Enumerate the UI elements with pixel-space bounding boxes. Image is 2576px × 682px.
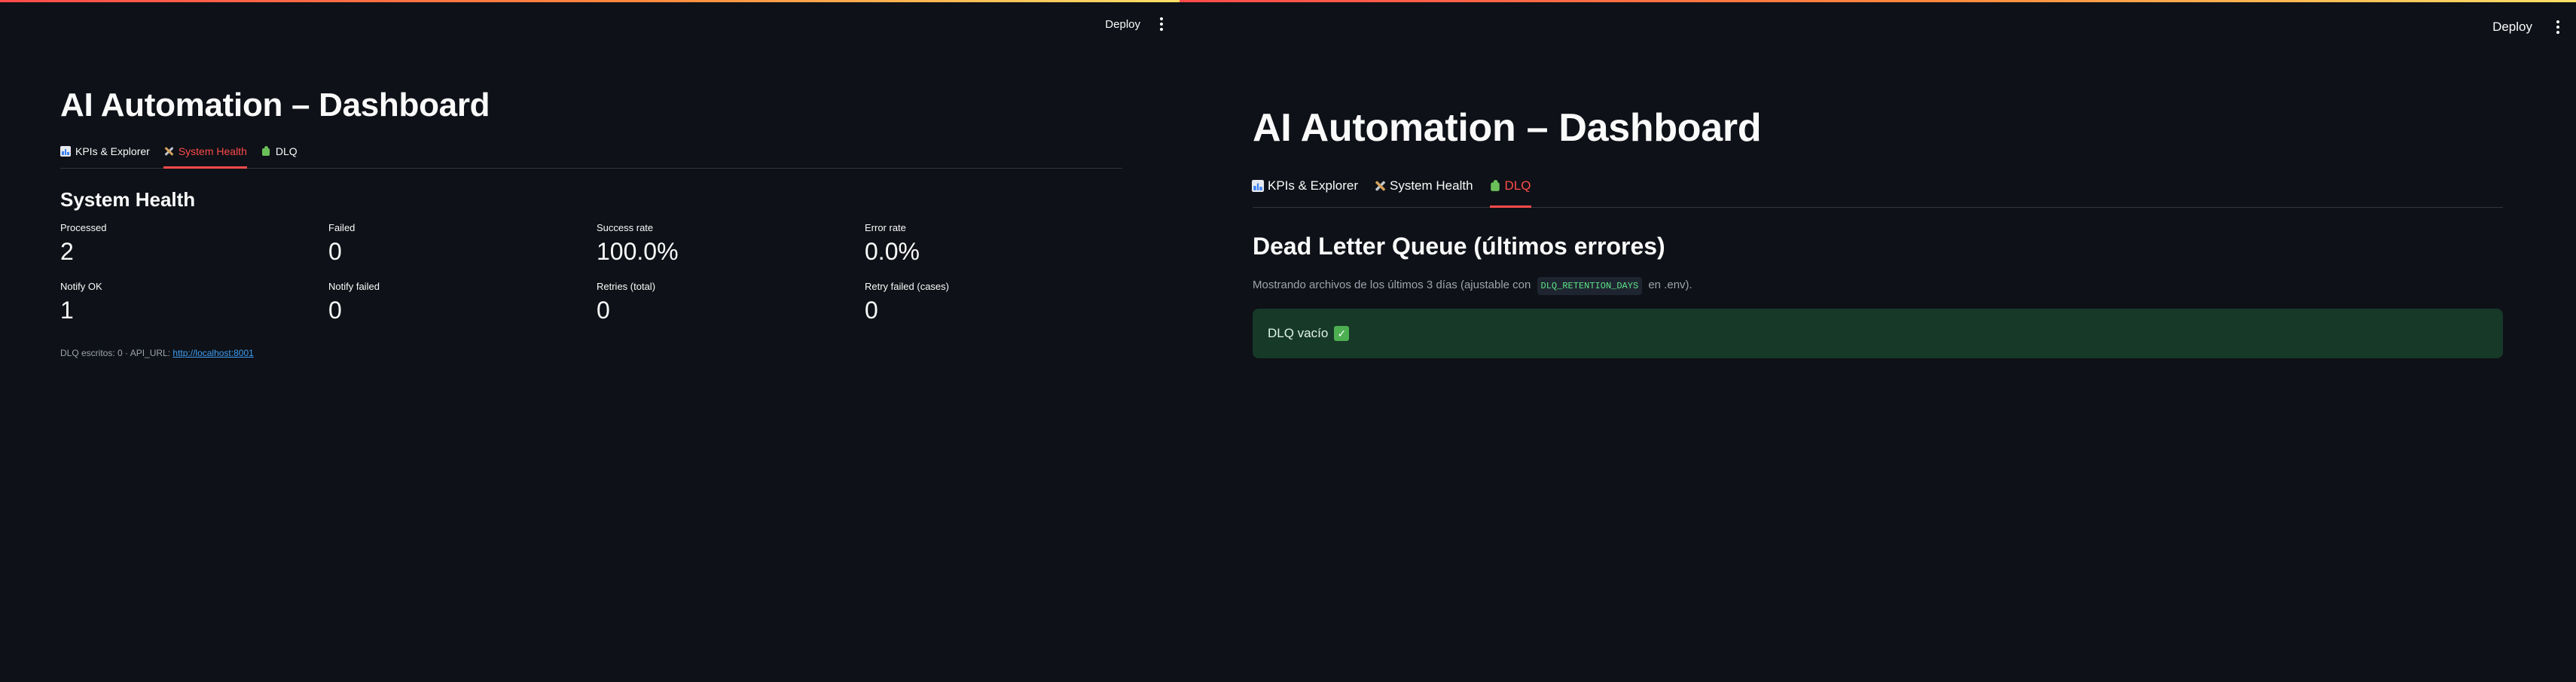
bar-chart-icon [1251, 179, 1265, 192]
puzzle-icon [1488, 179, 1500, 191]
metric-value: 2 [60, 238, 74, 265]
tab-dlq[interactable]: DLQ [1488, 169, 1531, 208]
footer-caption-text: DLQ escritos: 0 · API_URL: [60, 348, 173, 358]
metric-label: Retries (total) [597, 281, 656, 292]
bar-chart-icon [60, 145, 71, 157]
left-app-window: Deploy AI Automation – Dashboard KPIs & … [0, 0, 1180, 682]
tab-kpis-explorer[interactable]: KPIs & Explorer [60, 137, 150, 168]
tab-label: System Health [178, 145, 247, 157]
tab-dlq[interactable]: DLQ [261, 137, 298, 168]
metric-notify-failed: Notify failed 0 [328, 280, 597, 325]
metric-label: Success rate [597, 222, 654, 233]
metric-value: 0 [865, 297, 878, 324]
deploy-button[interactable]: Deploy [2492, 20, 2532, 35]
metric-label: Error rate [865, 222, 906, 233]
main-content: AI Automation – Dashboard KPIs & Explore… [60, 83, 1122, 358]
retention-caption: Mostrando archivos de los últimos 3 días… [1253, 277, 2503, 295]
metric-retries-total: Retries (total) 0 [597, 280, 865, 325]
metric-value: 1 [60, 297, 74, 324]
tab-bar: KPIs & Explorer System Health DLQ [1251, 169, 2503, 208]
metric-failed: Failed 0 [328, 221, 597, 266]
metric-label: Retry failed (cases) [865, 281, 949, 292]
puzzle-icon [261, 145, 271, 157]
metric-label: Notify failed [328, 281, 380, 292]
tab-label: System Health [1390, 178, 1473, 193]
page-title: AI Automation – Dashboard [60, 87, 490, 123]
right-app-window: Deploy AI Automation – Dashboard KPIs & … [1180, 0, 2576, 682]
metric-success-rate: Success rate 100.0% [597, 221, 865, 266]
kebab-menu-icon[interactable] [1160, 17, 1164, 32]
metric-label: Failed [328, 222, 356, 233]
retention-env-var: DLQ_RETENTION_DAYS [1537, 277, 1643, 295]
section-heading: System Health [60, 188, 196, 211]
metric-error-rate: Error rate 0.0% [865, 221, 1133, 266]
alert-text: DLQ vacío [1268, 326, 1329, 340]
metric-label: Processed [60, 222, 107, 233]
metric-value: 0 [328, 238, 342, 265]
tools-icon [1374, 179, 1386, 191]
caption-text: en .env). [1648, 279, 1692, 291]
tab-label: DLQ [275, 145, 298, 157]
screen: Deploy AI Automation – Dashboard KPIs & … [0, 0, 2576, 682]
tab-system-health[interactable]: System Health [1375, 169, 1473, 207]
metric-value: 0 [597, 297, 610, 324]
metric-value: 0.0% [865, 238, 920, 265]
caption-text: Mostrando archivos de los últimos 3 días… [1253, 279, 1531, 291]
tab-bar: KPIs & Explorer System Health DLQ [60, 137, 1122, 169]
metric-label: Notify OK [60, 281, 102, 292]
page-title: AI Automation – Dashboard [1253, 106, 1762, 150]
metric-value: 0 [328, 297, 342, 324]
top-decoration-bar [0, 0, 1180, 2]
main-content: AI Automation – Dashboard KPIs & Explore… [1251, 102, 2503, 358]
dlq-empty-alert: DLQ vacío ✓ [1253, 309, 2503, 358]
check-mark-icon: ✓ [1334, 326, 1350, 341]
api-url-link[interactable]: http://localhost:8001 [172, 348, 253, 358]
metric-retry-failed: Retry failed (cases) 0 [865, 280, 1133, 325]
metric-processed: Processed 2 [60, 221, 328, 266]
metric-value: 100.0% [597, 238, 679, 265]
deploy-button[interactable]: Deploy [1105, 18, 1140, 31]
top-decoration-bar [1180, 0, 2576, 2]
tab-label: DLQ [1504, 178, 1531, 193]
metrics-grid: Processed 2 Failed 0 Success rate 100.0%… [60, 221, 1122, 325]
footer-caption: DLQ escritos: 0 · API_URL: http://localh… [60, 348, 1122, 358]
app-toolbar: Deploy [1105, 17, 1164, 32]
tab-label: KPIs & Explorer [75, 145, 150, 157]
app-toolbar: Deploy [2492, 20, 2561, 35]
tab-label: KPIs & Explorer [1268, 178, 1358, 193]
metric-notify-ok: Notify OK 1 [60, 280, 328, 325]
kebab-menu-icon[interactable] [2556, 20, 2561, 35]
tab-kpis-explorer[interactable]: KPIs & Explorer [1251, 169, 1358, 207]
section-heading: Dead Letter Queue (últimos errores) [1253, 233, 1665, 260]
tools-icon [163, 146, 174, 157]
tab-system-health[interactable]: System Health [163, 137, 247, 169]
